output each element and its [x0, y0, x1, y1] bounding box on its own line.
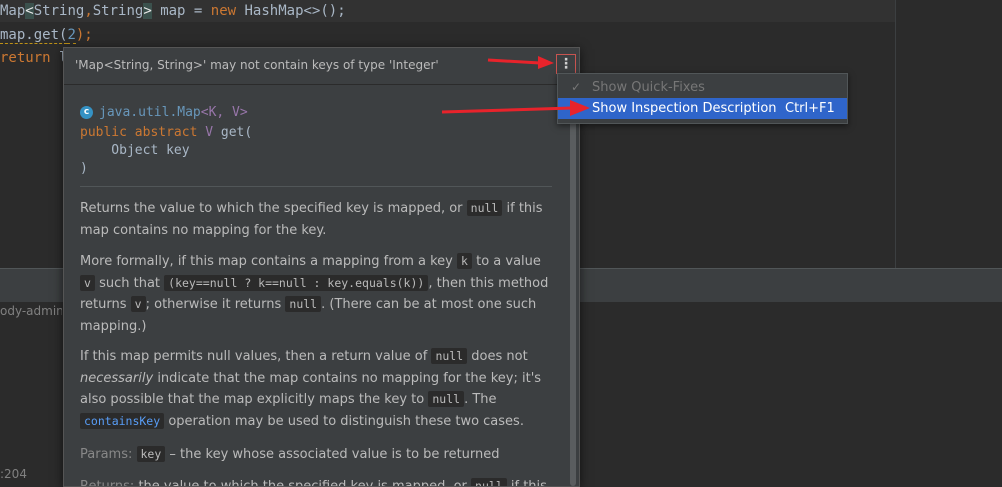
- signature-line-3: ): [80, 161, 88, 176]
- code-token-number: 2: [67, 27, 76, 44]
- code-token-keyword: new: [210, 3, 237, 19]
- menu-item-label: Show Quick-Fixes: [592, 80, 705, 95]
- code-line-2[interactable]: map.get(2);: [0, 24, 93, 46]
- port-label: :204: [0, 467, 27, 481]
- popup-scrollbar[interactable]: [570, 94, 576, 486]
- menu-item-shortcut: Ctrl+F1: [785, 101, 835, 116]
- doc-code: null: [428, 391, 465, 407]
- containskey-link[interactable]: containsKey: [80, 412, 165, 429]
- definition-type-link[interactable]: java.util.Map: [99, 105, 201, 120]
- doc-code: null: [431, 348, 468, 364]
- signature-line-2: Object key: [80, 143, 190, 158]
- code-token-text: map =: [151, 3, 211, 19]
- more-options-icon[interactable]: ⋮: [556, 54, 576, 74]
- code-token-bracket-open: <: [25, 3, 34, 19]
- code-token-text: HashMap<>();: [236, 3, 346, 19]
- doc-code: (key==null ? k==null : key.equals(k)): [164, 274, 429, 291]
- doc-text: If this map permits null values, then a …: [80, 349, 428, 364]
- doc-code: null: [285, 296, 322, 312]
- doc-returns: Returns: the value to which the specifie…: [80, 476, 552, 487]
- doc-code: null: [466, 200, 503, 216]
- code-token-text: );: [75, 27, 93, 43]
- check-icon: ✓: [571, 80, 582, 94]
- code-line-1[interactable]: Map<String,String> map = new HashMap<>()…: [0, 0, 896, 22]
- doc-text: such that: [99, 275, 161, 291]
- doc-paragraph-1: Returns the value to which the specified…: [80, 198, 552, 241]
- returns-tail: if this: [510, 479, 547, 487]
- doc-text: ; otherwise it returns: [145, 297, 282, 312]
- doc-code: v: [130, 296, 146, 312]
- returns-code: null: [471, 478, 507, 486]
- doc-italic: necessarily: [80, 370, 154, 386]
- doc-separator: [80, 186, 552, 187]
- signature-return-type: V: [205, 125, 214, 140]
- more-options-menu: ✓ Show Quick-Fixes Show Inspection Descr…: [557, 73, 848, 124]
- doc-text: operation may be used to distinguish the…: [168, 413, 524, 429]
- code-token-comma: ,: [84, 3, 93, 19]
- code-token-keyword: return: [0, 50, 51, 66]
- signature-modifiers: public abstract: [80, 125, 198, 140]
- doc-text: does not: [471, 349, 528, 364]
- code-token-bracket-close: >: [143, 3, 152, 19]
- definition-line: c java.util.Map <K, V>: [80, 105, 248, 120]
- code-token-generic: String: [33, 3, 85, 19]
- doc-paragraph-2: More formally, if this map contains a ma…: [80, 251, 552, 337]
- returns-description: the value to which the specified key is …: [138, 479, 467, 487]
- doc-params: Params: key – the key whose associated v…: [80, 444, 552, 466]
- doc-text: Returns the value to which the specified…: [80, 201, 463, 216]
- signature-line-1: public abstract V get(: [80, 125, 252, 140]
- popup-title: 'Map<String, String>' may not contain ke…: [75, 58, 439, 72]
- doc-paragraph-3: If this map permits null values, then a …: [80, 346, 552, 432]
- doc-text: to a value: [476, 254, 541, 269]
- code-token-generic: String: [92, 3, 144, 19]
- class-icon: c: [80, 106, 93, 119]
- code-token-type: Map: [0, 3, 26, 19]
- annotation-arrow-icon: [487, 56, 554, 69]
- doc-code: k: [457, 253, 472, 269]
- menu-item-label: Show Inspection Description: [592, 101, 777, 116]
- right-margin-guide: [895, 0, 896, 268]
- params-label: Params:: [80, 447, 133, 462]
- signature-method-name: get(: [220, 125, 253, 140]
- definition-generic: <K, V>: [200, 105, 248, 120]
- menu-item-show-quick-fixes[interactable]: ✓ Show Quick-Fixes: [558, 77, 847, 98]
- doc-text: More formally, if this map contains a ma…: [80, 254, 453, 269]
- doc-code: v: [80, 274, 95, 291]
- project-label[interactable]: ody-admin-: [0, 304, 62, 318]
- menu-item-show-inspection-description[interactable]: Show Inspection Description Ctrl+F1: [558, 98, 847, 119]
- code-token-text: map.get(: [0, 27, 68, 44]
- code-line-3[interactable]: return l: [0, 47, 67, 69]
- params-description: – the key whose associated value is to b…: [169, 447, 500, 462]
- params-code: key: [136, 446, 166, 462]
- returns-label: Returns:: [80, 479, 135, 487]
- doc-text: . The: [464, 392, 497, 407]
- annotation-arrow-icon: [441, 100, 590, 116]
